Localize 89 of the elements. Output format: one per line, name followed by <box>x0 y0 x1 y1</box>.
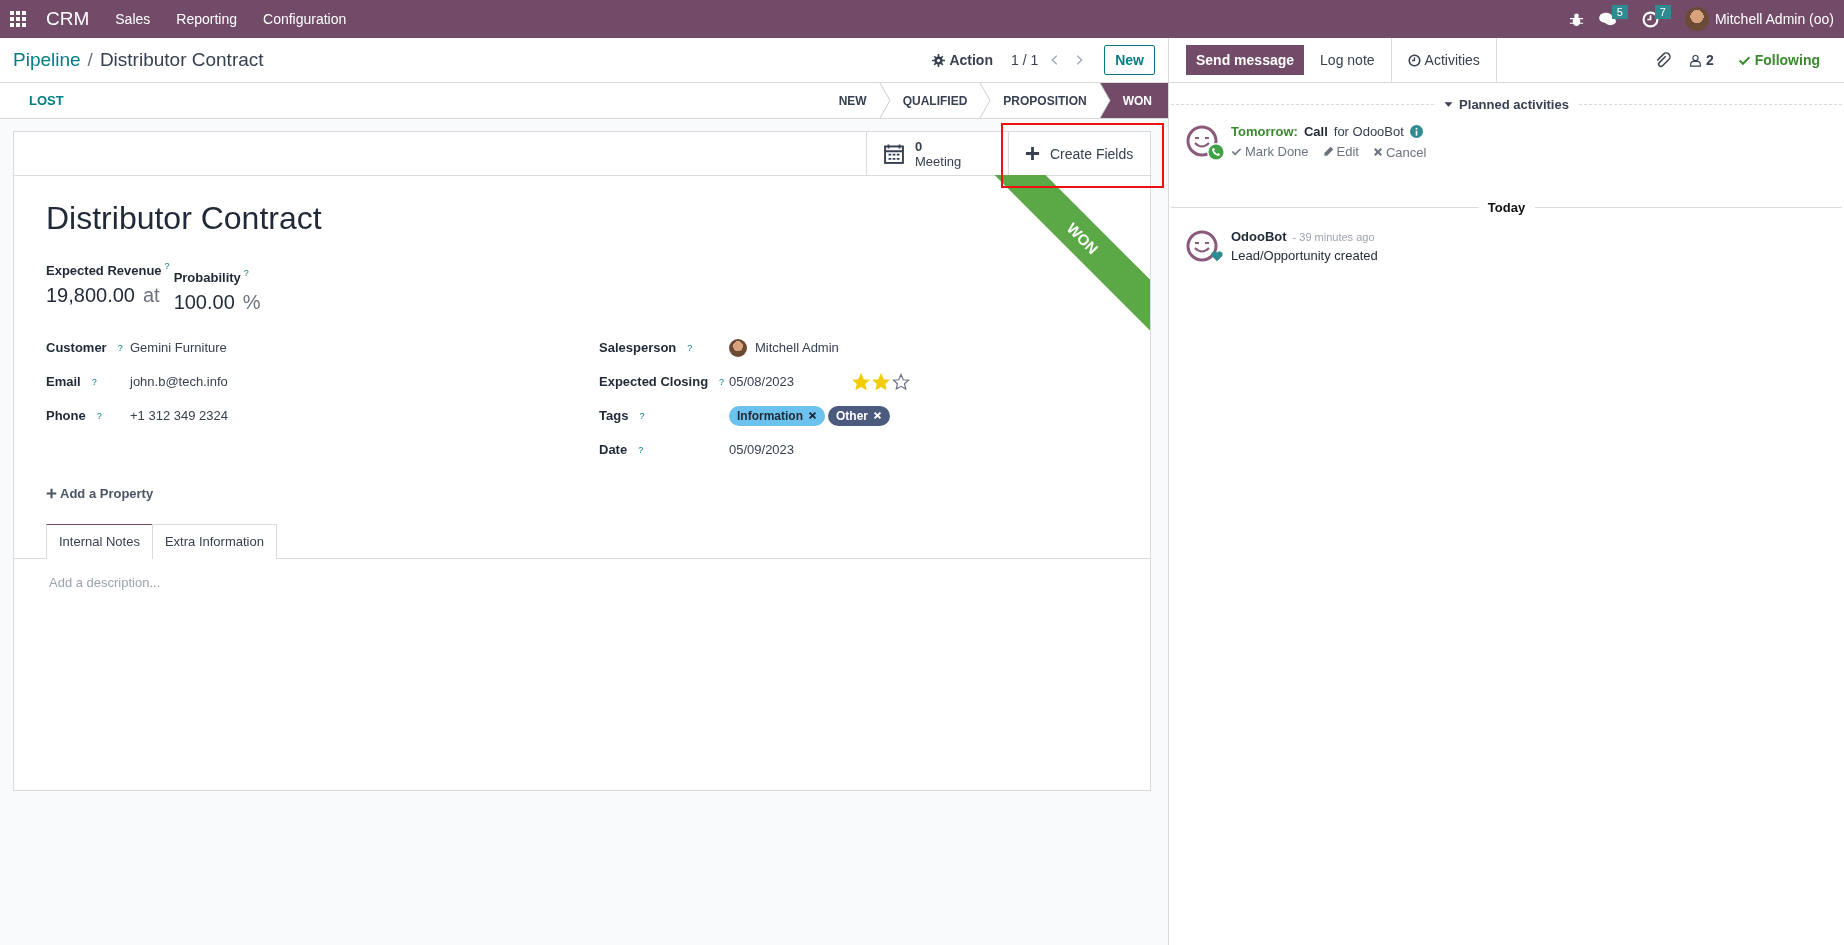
tag[interactable]: Information <box>729 405 825 426</box>
field-value: +1 312 349 2324 <box>130 408 228 424</box>
chatter-button[interactable]: Activities <box>1390 38 1497 82</box>
stage-chevron <box>979 83 992 118</box>
field-label: Expected Closing <box>599 374 709 390</box>
help-mark[interactable]: ? <box>639 410 645 421</box>
field-label: Tags <box>599 408 629 424</box>
calendar-icon <box>883 142 905 165</box>
help-mark[interactable]: ? <box>164 261 170 271</box>
app-name[interactable]: CRM <box>36 8 100 30</box>
new-button[interactable]: New <box>1104 45 1155 75</box>
heart-icon <box>1211 250 1223 262</box>
menu-item[interactable]: Configuration <box>253 11 357 27</box>
probability-value: 100.00 <box>173 290 235 313</box>
remove-icon <box>808 411 817 421</box>
menu-item[interactable]: Reporting <box>166 11 247 27</box>
help-mark[interactable]: ? <box>91 376 97 387</box>
activity-due: Tomorrow: <box>1231 124 1298 139</box>
star-outline-icon[interactable] <box>892 372 911 391</box>
meeting-button[interactable]: 0 Meeting <box>866 132 1008 175</box>
bot-avatar <box>1185 229 1219 263</box>
bug-icon <box>1568 11 1584 27</box>
field-label: Date <box>599 442 628 458</box>
plus-icon <box>46 487 57 499</box>
person-icon <box>1688 53 1702 67</box>
percent-sign: % <box>242 290 261 313</box>
plus-icon <box>1025 146 1040 161</box>
add-property-button[interactable]: Add a Property <box>46 485 154 501</box>
help-mark[interactable]: ? <box>96 410 102 421</box>
stage-step[interactable]: WON <box>1110 83 1168 118</box>
phone-badge-icon <box>1207 143 1225 161</box>
field-label: Customer <box>46 340 107 356</box>
following-button[interactable]: Following <box>1731 51 1826 69</box>
field-label: Phone <box>46 408 86 424</box>
apps-menu-icon <box>10 11 26 27</box>
pager-value: 1 / 1 <box>1010 52 1039 68</box>
clock-icon <box>1407 53 1421 67</box>
activity-count-badge: 7 <box>1654 5 1671 19</box>
followers-button[interactable]: 2 <box>1688 52 1714 68</box>
help-mark[interactable]: ? <box>117 342 123 353</box>
field-label: Email <box>46 374 81 390</box>
record-title: Distributor Contract <box>99 49 264 71</box>
lost-button[interactable]: LOST <box>23 92 70 109</box>
field-label: Probability <box>173 269 241 285</box>
menu-item[interactable]: Sales <box>105 11 161 27</box>
at-label: at <box>143 283 160 306</box>
field-value: Mitchell Admin <box>755 340 839 356</box>
activity-action[interactable]: Mark Done <box>1231 144 1309 159</box>
avatar-icon <box>729 338 747 357</box>
activity-action[interactable]: Edit <box>1322 144 1359 159</box>
pencil-icon <box>1322 146 1334 157</box>
notebook-tab[interactable]: Extra Information <box>151 523 277 559</box>
action-menu[interactable]: Action <box>932 52 993 68</box>
chatter-button[interactable]: Send message <box>1186 45 1305 75</box>
message-time: - 39 minutes ago <box>1292 230 1375 243</box>
field-value: john.b@tech.info <box>130 374 228 390</box>
field-label: Expected Revenue <box>46 262 162 278</box>
help-mark[interactable]: ? <box>243 268 249 278</box>
field-value: 05/09/2023 <box>729 442 795 458</box>
check-icon <box>1231 146 1242 157</box>
revenue-value: 19,800.00 <box>46 283 135 306</box>
planned-activities-toggle[interactable]: Planned activities <box>1444 97 1569 112</box>
star-filled-icon[interactable] <box>872 372 891 391</box>
close-icon <box>1373 147 1383 157</box>
breadcrumb-link[interactable]: Pipeline <box>13 49 81 71</box>
field-label: Salesperson <box>599 340 677 356</box>
notebook-tab[interactable]: Internal Notes <box>46 523 153 559</box>
remove-icon <box>873 411 882 421</box>
message-author: OdooBot <box>1231 229 1287 244</box>
date-separator: Today <box>1487 200 1526 215</box>
clock-icon <box>1641 10 1659 28</box>
breadcrumb-separator: / <box>86 49 94 71</box>
field-value: 05/08/2023 <box>729 374 795 390</box>
field-value: Gemini Furniture <box>130 340 227 356</box>
user-name[interactable]: Mitchell Admin (oo) <box>1714 11 1834 27</box>
user-avatar[interactable] <box>1684 7 1709 31</box>
message-body: Lead/Opportunity created <box>1231 248 1378 263</box>
help-mark[interactable]: ? <box>719 376 725 387</box>
activity-type: Call <box>1303 124 1328 139</box>
help-mark[interactable]: ? <box>638 444 644 455</box>
caret-down-icon <box>1444 100 1454 109</box>
message-count-badge: 5 <box>1611 5 1628 19</box>
info-icon <box>1409 125 1423 138</box>
tag[interactable]: Other <box>828 405 890 426</box>
gear-icon <box>932 53 946 67</box>
activity-action[interactable]: Cancel <box>1373 144 1427 160</box>
star-filled-icon[interactable] <box>852 372 871 391</box>
help-mark[interactable]: ? <box>687 342 693 353</box>
activity-assignee: for OdooBot <box>1333 124 1404 139</box>
